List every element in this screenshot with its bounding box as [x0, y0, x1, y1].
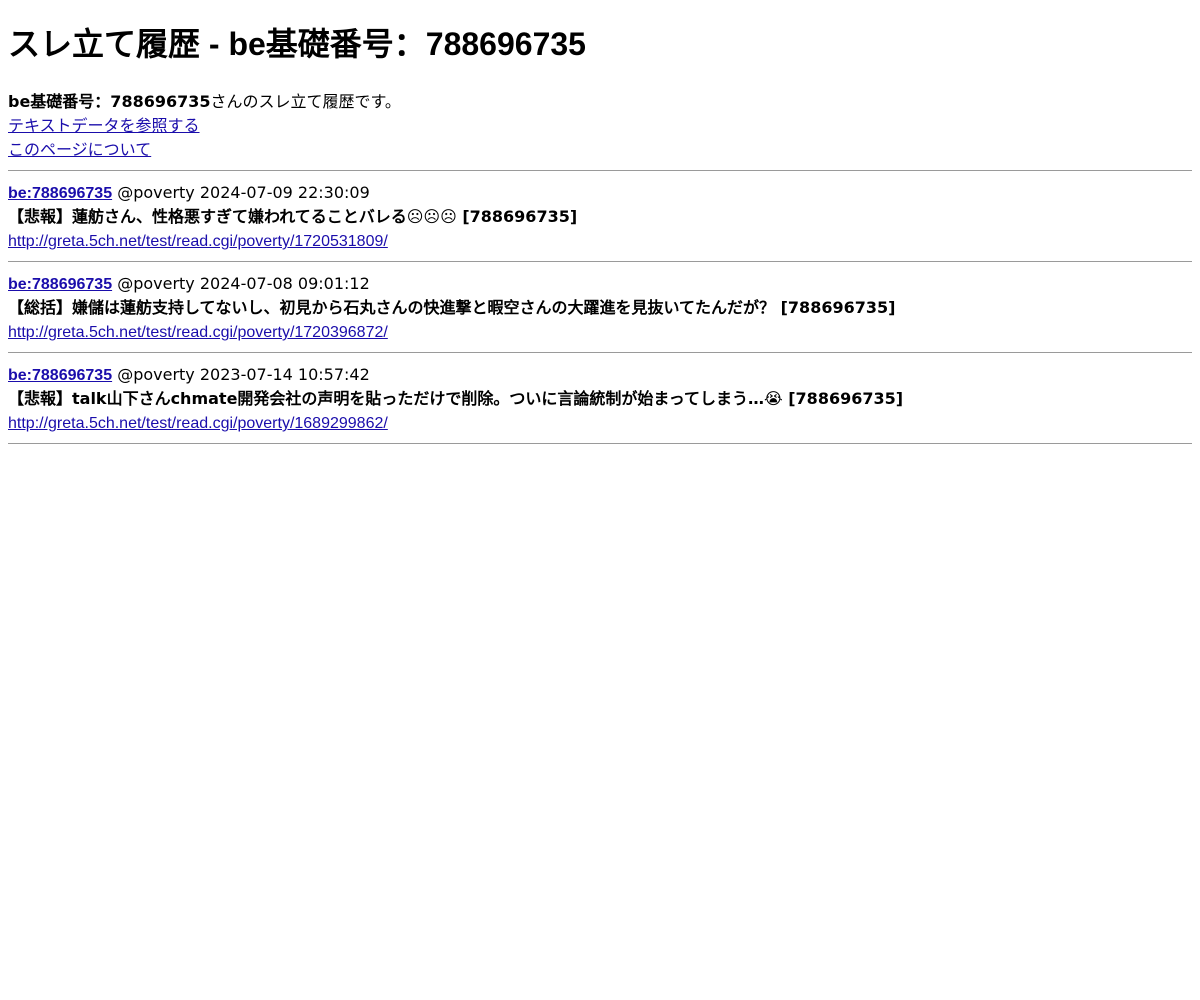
divider	[8, 261, 1192, 262]
thread-timestamp: 2024-07-08 09:01:12	[199, 274, 370, 293]
board-name: @poverty	[117, 183, 195, 202]
thread-url-link[interactable]: http://greta.5ch.net/test/read.cgi/pover…	[8, 415, 388, 432]
thread-url-link[interactable]: http://greta.5ch.net/test/read.cgi/pover…	[8, 324, 388, 341]
board-name: @poverty	[117, 365, 195, 384]
intro-description-text: さんのスレ立て履歴です。	[210, 92, 401, 111]
about-page-link[interactable]: このページについて	[8, 140, 151, 159]
divider	[8, 352, 1192, 353]
thread-entry: be:788696735 @poverty 2024-07-09 22:30:0…	[8, 179, 1192, 253]
thread-title: 【悲報】蓮舫さん、性格悪すぎて嫌われてることバレる☹☹☹ [788696735]	[8, 207, 578, 226]
thread-url-link[interactable]: http://greta.5ch.net/test/read.cgi/pover…	[8, 233, 388, 250]
page-title: スレ立て履歴 - be基礎番号：788696735	[8, 26, 586, 62]
text-data-link[interactable]: テキストデータを参照する	[8, 116, 200, 135]
intro-section: be基礎番号：788696735さんのスレ立て履歴です。 テキストデータを参照す…	[8, 90, 1192, 162]
intro-description: be基礎番号：788696735さんのスレ立て履歴です。	[8, 90, 1192, 114]
divider	[8, 170, 1192, 171]
divider	[8, 443, 1192, 444]
thread-title: 【総括】嫌儲は蓮舫支持してないし、初見から石丸さんの快進撃と暇空さんの大躍進を見…	[8, 298, 896, 317]
entry-meta: be:788696735 @poverty 2024-07-08 09:01:1…	[8, 272, 1192, 296]
thread-title: 【悲報】talk山下さんchmate開発会社の声明を貼っただけで削除。ついに言論…	[8, 389, 904, 408]
thread-timestamp: 2024-07-09 22:30:09	[199, 183, 370, 202]
be-profile-link[interactable]: be:788696735	[8, 276, 112, 293]
entry-meta: be:788696735 @poverty 2024-07-09 22:30:0…	[8, 181, 1192, 205]
intro-be-number: be基礎番号：788696735	[8, 92, 211, 111]
page: スレ立て履歴 - be基礎番号：788696735 be基礎番号：7886967…	[0, 0, 1200, 444]
be-profile-link[interactable]: be:788696735	[8, 367, 112, 384]
thread-entry: be:788696735 @poverty 2023-07-14 10:57:4…	[8, 361, 1192, 435]
entry-meta: be:788696735 @poverty 2023-07-14 10:57:4…	[8, 363, 1192, 387]
be-profile-link[interactable]: be:788696735	[8, 185, 112, 202]
thread-timestamp: 2023-07-14 10:57:42	[199, 365, 370, 384]
thread-entry: be:788696735 @poverty 2024-07-08 09:01:1…	[8, 270, 1192, 344]
board-name: @poverty	[117, 274, 195, 293]
